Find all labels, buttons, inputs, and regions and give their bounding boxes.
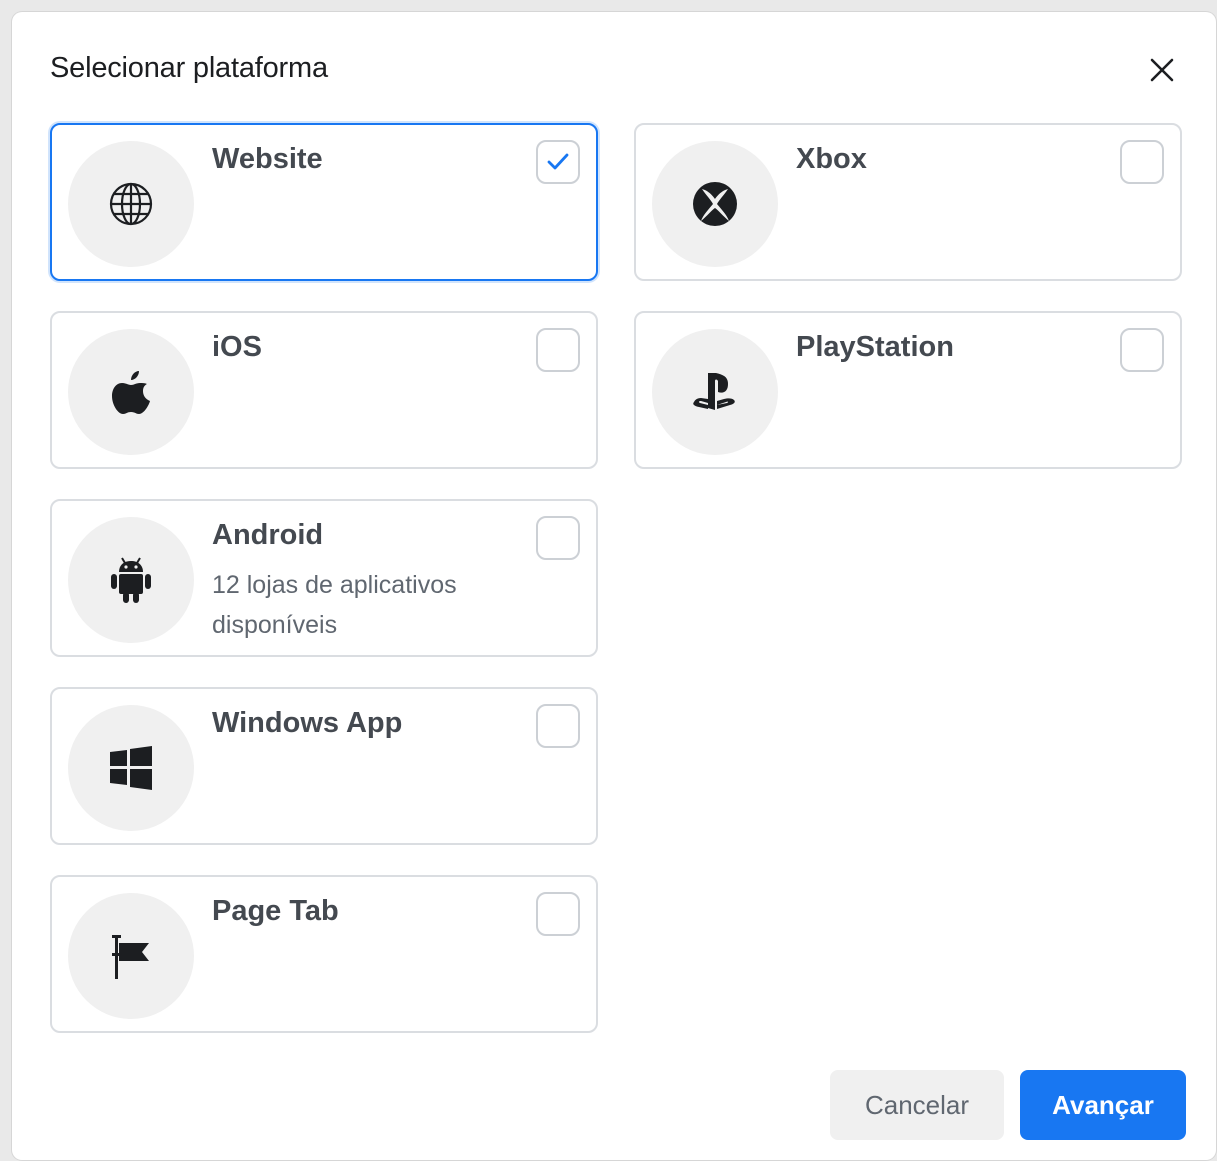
website-icon-badge: [68, 141, 194, 267]
platform-card-playstation[interactable]: PlayStation: [634, 311, 1182, 469]
platform-checkbox-website[interactable]: [536, 140, 580, 184]
apple-icon: [112, 371, 150, 414]
platform-card-android[interactable]: Android 12 lojas de aplicativos disponív…: [50, 499, 598, 657]
platform-card-ios[interactable]: iOS: [50, 311, 598, 469]
platform-checkbox-windows-app[interactable]: [536, 704, 580, 748]
platform-checkbox-ios[interactable]: [536, 328, 580, 372]
globe-icon: [109, 182, 153, 226]
platform-sublabel: 12 lojas de aplicativos disponíveis: [212, 571, 457, 639]
platform-card-windows-app[interactable]: Windows App: [50, 687, 598, 845]
windows-icon: [110, 746, 152, 790]
platform-checkbox-xbox[interactable]: [1120, 140, 1164, 184]
platform-checkbox-android[interactable]: [536, 516, 580, 560]
close-button[interactable]: [1142, 50, 1182, 90]
playstation-icon: [693, 373, 735, 410]
page-tab-icon-badge: [68, 893, 194, 1019]
platform-label: Page Tab: [212, 895, 339, 927]
cancel-button[interactable]: Cancelar: [830, 1070, 1004, 1140]
close-icon: [1150, 58, 1174, 82]
xbox-icon: [693, 182, 737, 226]
platform-checkbox-page-tab[interactable]: [536, 892, 580, 936]
dialog-title: Selecionar plataforma: [50, 52, 328, 84]
platform-label: Windows App: [212, 707, 403, 739]
platform-label: Xbox: [796, 143, 867, 175]
platform-label: Website: [212, 143, 323, 175]
select-platform-dialog: Selecionar plataforma Website Xbox iOS P…: [12, 12, 1216, 1160]
platform-label: iOS: [212, 331, 262, 363]
platform-label: PlayStation: [796, 331, 954, 363]
platform-card-page-tab[interactable]: Page Tab: [50, 875, 598, 1033]
next-button[interactable]: Avançar: [1020, 1070, 1186, 1140]
platform-label: Android: [212, 519, 324, 551]
ios-icon-badge: [68, 329, 194, 455]
flag-icon: [112, 935, 149, 979]
android-icon: [111, 557, 151, 603]
platform-card-website[interactable]: Website: [50, 123, 598, 281]
playstation-icon-badge: [652, 329, 778, 455]
xbox-icon-badge: [652, 141, 778, 267]
platform-checkbox-playstation[interactable]: [1120, 328, 1164, 372]
android-icon-badge: [68, 517, 194, 643]
platform-card-xbox[interactable]: Xbox: [634, 123, 1182, 281]
checkmark-icon: [547, 153, 569, 170]
windows-icon-badge: [68, 705, 194, 831]
